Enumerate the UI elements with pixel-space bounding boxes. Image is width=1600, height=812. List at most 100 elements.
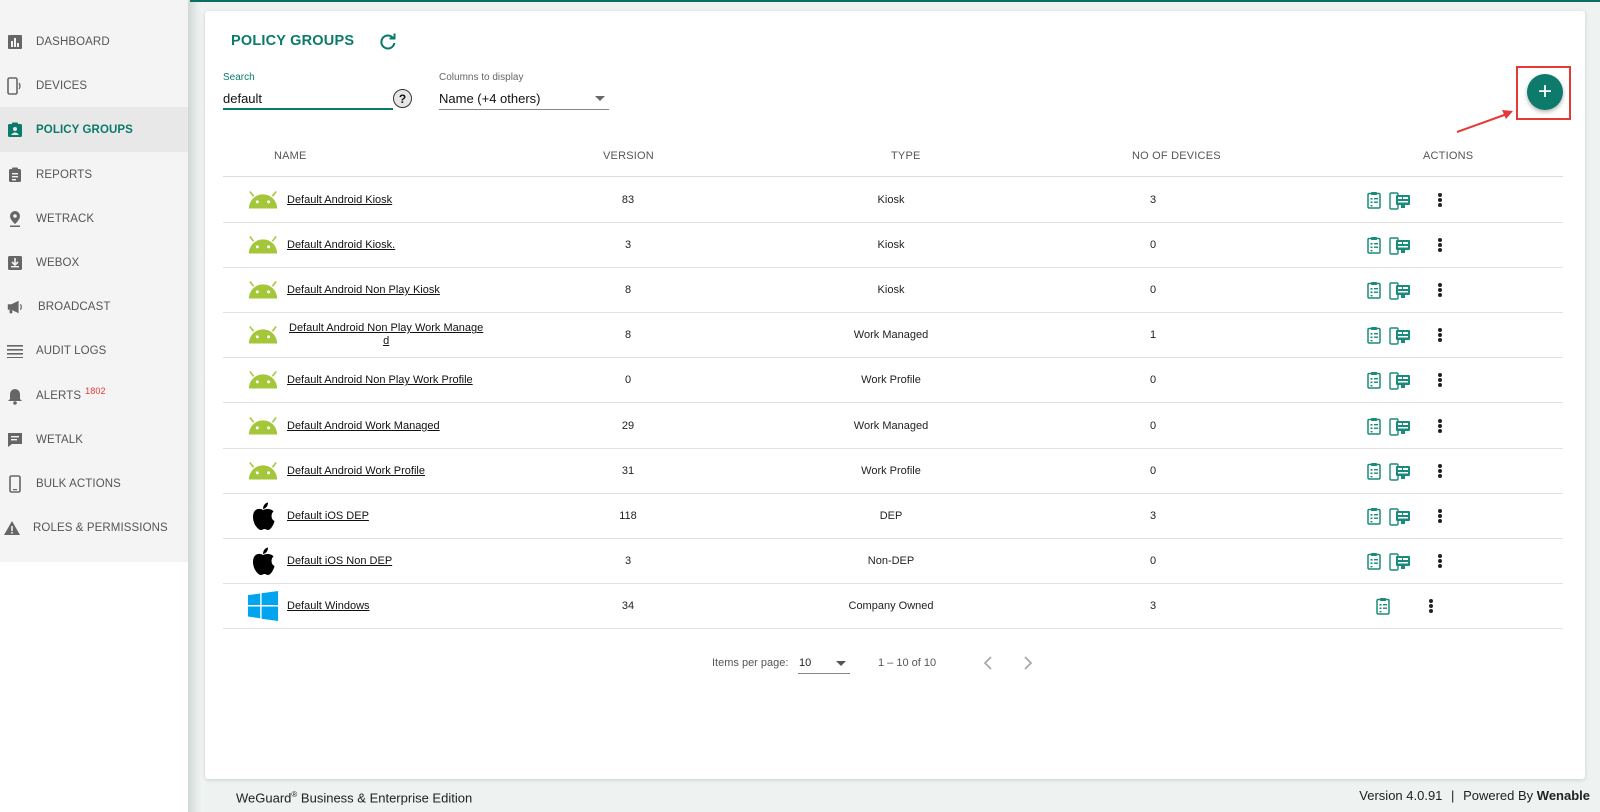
version-cell: 83	[621, 194, 635, 206]
items-per-page-select[interactable]: 10	[798, 654, 850, 674]
assign-devices-icon[interactable]	[1389, 236, 1411, 255]
assign-devices-icon[interactable]	[1389, 281, 1411, 300]
more-options-icon[interactable]	[1434, 461, 1446, 481]
more-options-icon[interactable]	[1434, 416, 1446, 436]
version-cell: 8	[624, 284, 632, 297]
more-options-icon[interactable]	[1434, 235, 1446, 255]
view-policy-icon[interactable]	[1365, 191, 1383, 209]
type-cell: Non-DEP	[867, 554, 915, 567]
table-row: Default Android Work Managed 29 Work Man…	[223, 403, 1563, 449]
sidebar-item-roles-permissions[interactable]: ROLES & PERMISSIONS	[0, 505, 188, 550]
chevron-left-icon	[983, 656, 992, 670]
assign-devices-icon[interactable]	[1389, 326, 1411, 345]
help-icon[interactable]: ?	[393, 89, 412, 108]
chevron-down-icon	[595, 96, 605, 101]
assign-devices-icon[interactable]	[1389, 462, 1411, 481]
megaphone-icon	[6, 298, 24, 316]
footer-separator: |	[1451, 788, 1455, 803]
more-options-icon[interactable]	[1425, 596, 1437, 616]
more-options-icon[interactable]	[1434, 325, 1446, 345]
policy-name-link[interactable]: Default iOS DEP	[287, 510, 369, 522]
more-options-icon[interactable]	[1434, 190, 1446, 210]
sidebar-item-wetrack[interactable]: WETRACK	[0, 196, 188, 241]
policy-name-link[interactable]: Default iOS Non DEP	[287, 555, 392, 567]
assign-devices-icon[interactable]	[1389, 371, 1411, 391]
refresh-icon[interactable]	[379, 33, 397, 51]
android-icon	[247, 456, 279, 486]
table-row: Default iOS Non DEP 3 Non-DEP 0	[223, 538, 1563, 584]
policy-name-cell: Default iOS DEP	[287, 493, 369, 539]
sidebar-item-audit-logs[interactable]: AUDIT LOGS	[0, 328, 188, 373]
assign-devices-icon[interactable]	[1389, 191, 1411, 210]
columns-select[interactable]: Name (+4 others)	[439, 88, 609, 110]
name-cell: Default Android Kiosk	[223, 177, 523, 223]
policy-name-link[interactable]: Default Android Work Managed	[287, 420, 440, 432]
page-range: 1 – 10 of 10	[878, 657, 937, 669]
more-options-icon[interactable]	[1434, 506, 1446, 526]
sidebar-item-policy-groups[interactable]: POLICY GROUPS	[0, 107, 188, 152]
sidebar-item-label: POLICY GROUPS	[36, 123, 133, 136]
location-pin-icon	[6, 210, 24, 228]
column-header-devices[interactable]: NO OF DEVICES	[1132, 150, 1221, 162]
sidebar-item-dashboard[interactable]: DASHBOARD	[0, 19, 188, 64]
dashboard-icon	[6, 33, 24, 51]
pointer-arrow-icon	[1456, 110, 1513, 133]
sidebar-item-reports[interactable]: REPORTS	[0, 152, 188, 197]
column-header-name[interactable]: NAME	[274, 150, 307, 162]
version-cell: 29	[621, 419, 635, 432]
column-header-version[interactable]: VERSION	[603, 150, 654, 162]
view-policy-icon[interactable]	[1365, 281, 1383, 299]
sidebar-item-webox[interactable]: WEBOX	[0, 240, 188, 285]
sidebar-item-wetalk[interactable]: WETALK	[0, 417, 188, 462]
policy-name-link[interactable]: Default Android Non Play Kiosk	[287, 284, 440, 296]
devices-count-cell: 0	[1149, 554, 1157, 567]
sidebar-item-label: ROLES & PERMISSIONS	[33, 521, 168, 534]
sidebar-item-broadcast[interactable]: BROADCAST	[0, 284, 188, 329]
sidebar-item-alerts[interactable]: ALERTS 1802	[0, 373, 188, 418]
more-options-icon[interactable]	[1434, 280, 1446, 300]
footer-edition: WeGuard® Business & Enterprise Edition	[236, 790, 472, 805]
search-input[interactable]	[223, 88, 393, 110]
sidebar-item-label: DEVICES	[36, 79, 88, 92]
view-policy-icon[interactable]	[1365, 507, 1383, 525]
add-policy-group-button[interactable]: +	[1527, 74, 1563, 110]
column-header-type[interactable]: TYPE	[891, 150, 921, 162]
view-policy-icon[interactable]	[1365, 326, 1383, 345]
reports-icon	[6, 166, 24, 184]
warning-icon	[3, 519, 21, 537]
view-policy-icon[interactable]	[1365, 552, 1383, 570]
view-policy-icon[interactable]	[1374, 597, 1392, 615]
previous-page-button[interactable]	[978, 653, 998, 673]
view-policy-icon[interactable]	[1365, 236, 1383, 254]
view-policy-icon[interactable]	[1365, 462, 1383, 480]
chevron-right-icon	[1024, 656, 1033, 670]
apple-icon	[247, 546, 279, 576]
view-policy-icon[interactable]	[1365, 371, 1383, 390]
list-icon	[6, 342, 24, 360]
assign-devices-icon[interactable]	[1389, 507, 1411, 526]
assign-devices-icon[interactable]	[1389, 417, 1411, 436]
policy-name-link[interactable]: Default Android Non Play Work Profile	[287, 374, 473, 386]
powered-by-text: Powered By	[1463, 788, 1534, 803]
type-cell: Kiosk	[877, 239, 905, 252]
policy-name-link[interactable]: Default Android Non Play Work Manage d	[289, 322, 483, 348]
next-page-button[interactable]	[1018, 653, 1038, 673]
more-options-icon[interactable]	[1434, 551, 1446, 571]
columns-label: Columns to display	[439, 72, 524, 83]
policy-name-link[interactable]: Default Android Kiosk.	[287, 239, 395, 251]
policy-name-link[interactable]: Default Windows	[287, 600, 370, 612]
type-cell: Work Profile	[861, 374, 921, 387]
sidebar-item-bulk-actions[interactable]: BULK ACTIONS	[0, 461, 188, 506]
alerts-label: ALERTS	[36, 389, 82, 402]
devices-count-cell: 0	[1149, 284, 1157, 297]
version-cell: 118	[619, 509, 637, 522]
sidebar-item-devices[interactable]: DEVICES	[0, 63, 188, 108]
version-cell: 34	[621, 599, 635, 612]
policy-name-link[interactable]: Default Android Work Profile	[287, 465, 425, 477]
policy-name-cell: Default Windows	[287, 583, 370, 629]
view-policy-icon[interactable]	[1365, 417, 1383, 435]
policy-name-link[interactable]: Default Android Kiosk	[287, 194, 392, 206]
assign-devices-icon[interactable]	[1389, 552, 1411, 571]
android-icon	[247, 230, 279, 260]
more-options-icon[interactable]	[1434, 370, 1446, 390]
